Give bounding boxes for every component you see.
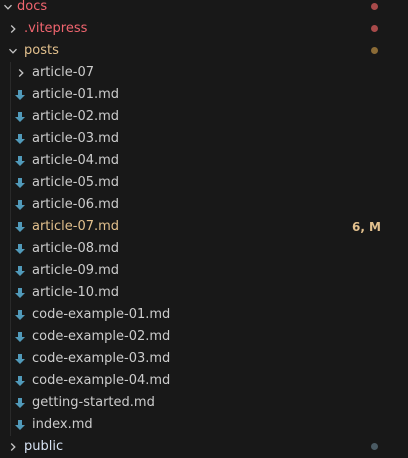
tree-item-label: public: [24, 439, 64, 454]
file-item-label: index.md: [32, 417, 93, 432]
tree-item-label: posts: [24, 43, 59, 58]
tree-item-posts[interactable]: posts: [0, 40, 408, 62]
file-item[interactable]: article-05.md: [0, 172, 408, 194]
markdown-arrow-icon: [12, 238, 28, 260]
markdown-arrow-icon: [12, 128, 28, 150]
file-item[interactable]: code-example-03.md: [0, 348, 408, 370]
file-item-label: code-example-02.md: [32, 329, 171, 344]
file-item[interactable]: getting-started.md: [0, 392, 408, 414]
file-item[interactable]: article-08.md: [0, 238, 408, 260]
file-item-label: article-05.md: [32, 175, 120, 190]
file-item[interactable]: article-02.md: [0, 106, 408, 128]
markdown-arrow-icon: [12, 348, 28, 370]
file-item-label: article-03.md: [32, 131, 120, 146]
error-decoration-dot: [371, 3, 378, 10]
tree-item-vitepress[interactable]: .vitepress: [0, 18, 408, 40]
chevron-right-icon: [5, 436, 21, 458]
file-item[interactable]: article-04.md: [0, 150, 408, 172]
markdown-arrow-icon: [12, 194, 28, 216]
modified-decoration-dot: [371, 47, 378, 54]
file-item[interactable]: article-10.md: [0, 282, 408, 304]
file-item-label: code-example-03.md: [32, 351, 171, 366]
markdown-arrow-icon: [12, 414, 28, 436]
file-item-label: getting-started.md: [32, 395, 155, 410]
markdown-arrow-icon: [12, 304, 28, 326]
chevron-right-icon: [13, 62, 29, 84]
file-item[interactable]: article-03.md: [0, 128, 408, 150]
file-item[interactable]: code-example-02.md: [0, 326, 408, 348]
chevron-right-icon: [5, 18, 21, 40]
markdown-arrow-icon: [12, 326, 28, 348]
file-item-label: article-02.md: [32, 109, 120, 124]
file-item-label: code-example-04.md: [32, 373, 171, 388]
markdown-arrow-icon: [12, 84, 28, 106]
chevron-down-icon: [5, 40, 21, 62]
error-decoration-dot: [371, 25, 378, 32]
markdown-arrow-icon: [12, 172, 28, 194]
tree-item-article-07-folder[interactable]: article-07: [0, 62, 408, 84]
markdown-arrow-icon: [12, 392, 28, 414]
neutral-decoration-dot: [371, 443, 378, 450]
file-item-label: code-example-01.md: [32, 307, 171, 322]
file-item[interactable]: article-06.md: [0, 194, 408, 216]
tree-item-label: .vitepress: [24, 21, 88, 36]
file-explorer: docs .vitepress posts article-07 article…: [0, 0, 408, 458]
tree-item-label: article-07: [32, 65, 95, 80]
file-item-label: article-07.md: [32, 219, 120, 234]
tree-item-label: docs: [17, 0, 48, 14]
problems-modified-badge: 6, M: [351, 220, 381, 234]
file-item[interactable]: code-example-04.md: [0, 370, 408, 392]
markdown-arrow-icon: [12, 150, 28, 172]
file-item[interactable]: article-01.md: [0, 84, 408, 106]
file-item-label: article-10.md: [32, 285, 120, 300]
markdown-arrow-icon: [12, 260, 28, 282]
file-item-modified[interactable]: article-07.md 6, M: [0, 216, 408, 238]
file-item[interactable]: index.md: [0, 414, 408, 436]
markdown-arrow-icon: [12, 106, 28, 128]
file-item-label: article-01.md: [32, 87, 120, 102]
file-item-label: article-08.md: [32, 241, 120, 256]
file-item-label: article-04.md: [32, 153, 120, 168]
markdown-arrow-icon: [12, 282, 28, 304]
file-item[interactable]: code-example-01.md: [0, 304, 408, 326]
tree-item-public[interactable]: public: [0, 436, 408, 458]
file-item[interactable]: article-09.md: [0, 260, 408, 282]
chevron-down-icon: [0, 0, 16, 18]
file-item-label: article-06.md: [32, 197, 120, 212]
markdown-arrow-icon: [12, 216, 28, 238]
tree-item-docs[interactable]: docs: [0, 0, 408, 18]
file-item-label: article-09.md: [32, 263, 120, 278]
markdown-arrow-icon: [12, 370, 28, 392]
